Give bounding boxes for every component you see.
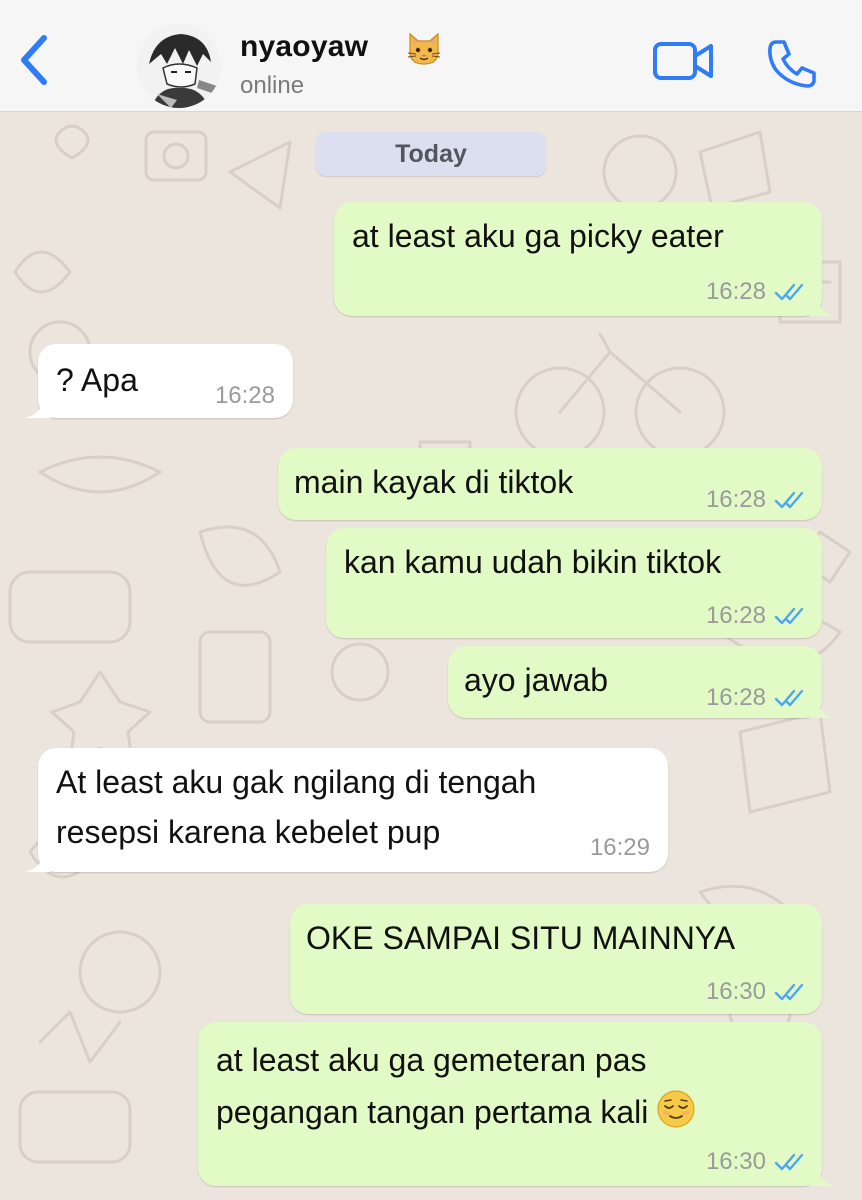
message-meta: 16:30 <box>706 978 804 1006</box>
message-bubble-outgoing[interactable]: main kayak di tiktok 16:28 <box>278 448 822 520</box>
double-check-icon <box>774 1153 804 1171</box>
voice-call-button[interactable] <box>766 38 818 90</box>
double-check-icon <box>774 607 804 625</box>
double-check-icon <box>774 689 804 707</box>
message-meta: 16:28 <box>215 382 275 410</box>
back-chevron-icon <box>21 35 47 85</box>
contact-status: online <box>240 72 305 99</box>
bubble-tail <box>25 848 51 872</box>
double-check-icon <box>774 283 804 301</box>
back-button[interactable] <box>14 30 58 90</box>
message-text: At least aku gak ngilang di tengah <box>56 764 537 800</box>
message-bubble-outgoing[interactable]: ayo jawab 16:28 <box>448 646 835 718</box>
message-meta: 16:28 <box>706 278 804 306</box>
message-bubble-outgoing[interactable]: at least aku ga gemeteran pas pegangan t… <box>198 1022 835 1186</box>
message-time: 16:30 <box>705 1148 766 1175</box>
message-text-with-emoji: pegangan tangan pertama kali <box>216 1088 696 1136</box>
date-separator: Today <box>316 132 546 176</box>
message-time: 16:28 <box>214 382 275 409</box>
bubble-tail <box>809 694 835 718</box>
video-call-button[interactable] <box>652 40 716 84</box>
double-check-icon <box>774 983 804 1001</box>
chat-header: nyaoyaw online <box>0 0 862 112</box>
bubble-tail <box>25 394 51 418</box>
message-text: at least aku ga picky eater <box>352 218 724 254</box>
message-meta: 16:28 <box>706 602 804 630</box>
message-bubble-outgoing[interactable]: at least aku ga picky eater 16:28 <box>334 202 835 316</box>
message-text: kan kamu udah bikin tiktok <box>344 544 722 580</box>
message-meta: 16:29 <box>590 834 650 862</box>
bubble-tail <box>809 292 835 316</box>
cat-face-emoji <box>407 32 441 65</box>
message-text: ? Apa <box>56 362 138 398</box>
contact-name[interactable]: nyaoyaw <box>240 30 368 64</box>
message-meta: 16:28 <box>706 684 804 712</box>
relieved-face-emoji <box>657 1090 695 1128</box>
message-time: 16:29 <box>589 834 650 861</box>
message-bubble-outgoing[interactable]: OKE SAMPAI SITU MAINNYA 16:30 <box>290 904 822 1014</box>
message-text: pegangan tangan pertama kali <box>216 1094 649 1130</box>
message-time: 16:30 <box>705 978 766 1005</box>
message-bubble-incoming[interactable]: At least aku gak ngilang di tengah resep… <box>25 748 668 872</box>
phone-icon <box>768 40 816 88</box>
video-camera-icon <box>653 42 713 80</box>
message-time: 16:28 <box>705 278 766 305</box>
message-bubble-incoming[interactable]: ? Apa 16:28 <box>25 344 293 418</box>
message-text: main kayak di tiktok <box>294 464 574 500</box>
message-text: OKE SAMPAI SITU MAINNYA <box>306 920 736 956</box>
message-text: resepsi karena kebelet pup <box>56 814 441 850</box>
chat-area[interactable]: Today at least aku ga picky eater 16:28 … <box>0 112 862 1200</box>
message-time: 16:28 <box>705 684 766 711</box>
double-check-icon <box>774 491 804 509</box>
message-time: 16:28 <box>705 486 766 513</box>
message-meta: 16:28 <box>706 486 804 514</box>
message-text: ayo jawab <box>464 662 609 698</box>
avatar-image <box>137 24 221 108</box>
message-time: 16:28 <box>705 602 766 629</box>
message-meta: 16:30 <box>706 1148 804 1176</box>
bubble-tail <box>809 1162 835 1186</box>
avatar[interactable] <box>137 24 221 108</box>
message-bubble-outgoing[interactable]: kan kamu udah bikin tiktok 16:28 <box>326 528 822 638</box>
message-text: at least aku ga gemeteran pas <box>216 1042 647 1078</box>
